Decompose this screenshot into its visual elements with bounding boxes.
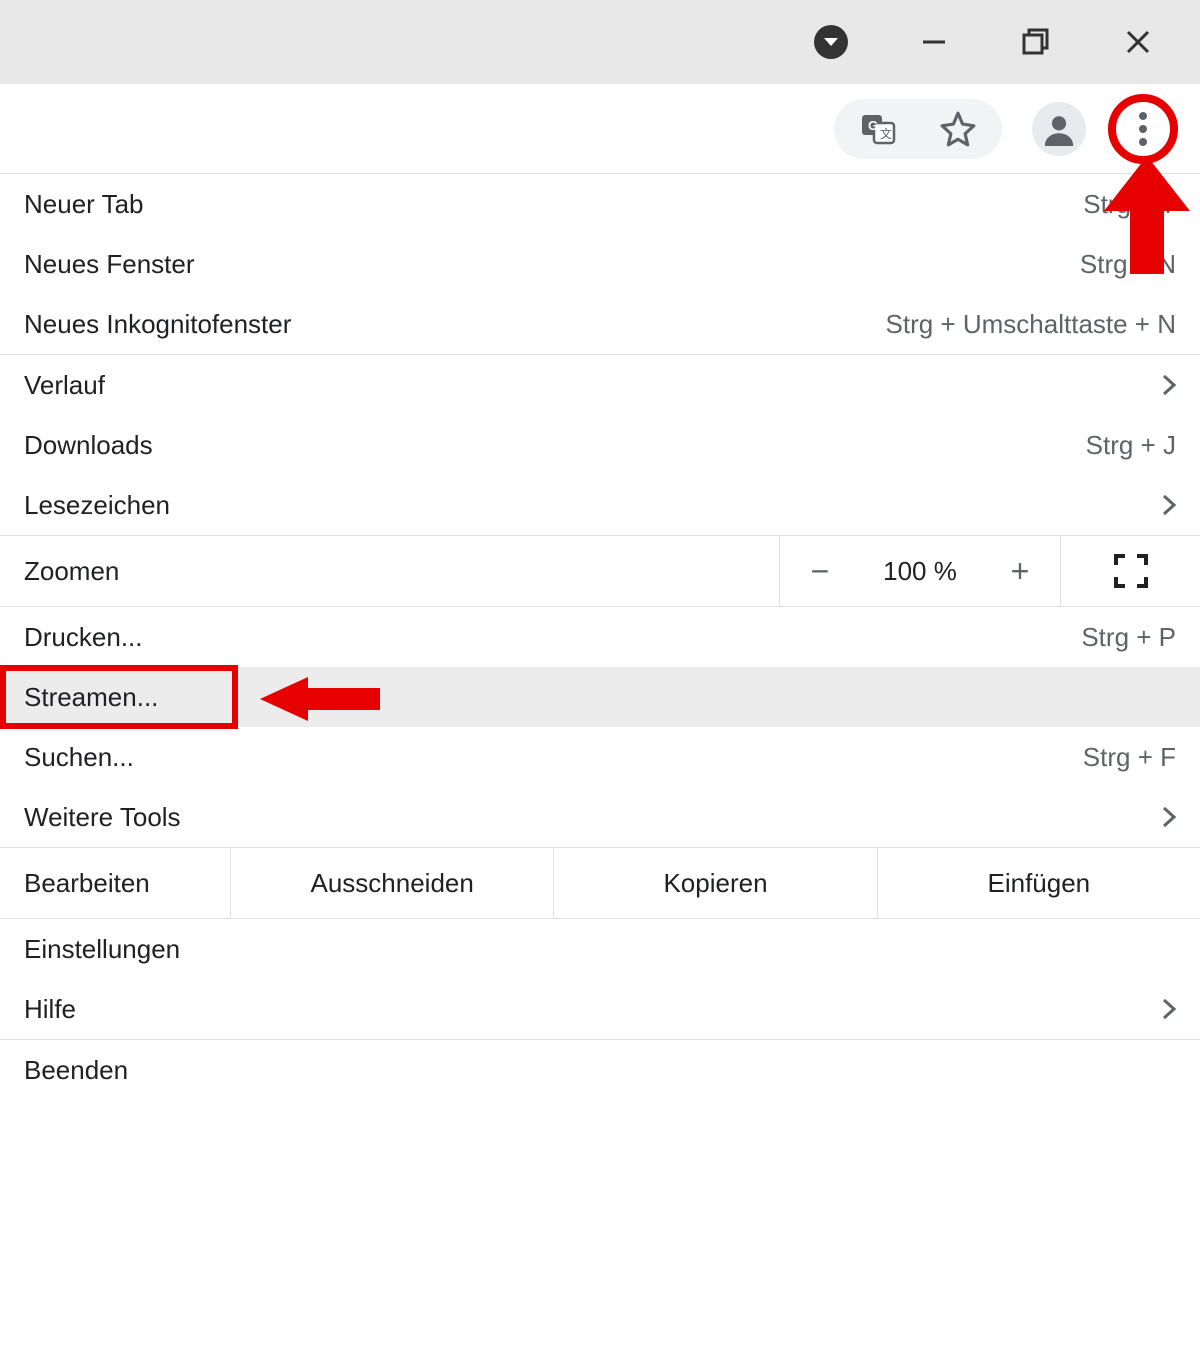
svg-text:文: 文 [880,126,892,141]
fullscreen-button[interactable] [1060,536,1200,606]
menu-history[interactable]: Verlauf [0,355,1200,415]
chevron-right-icon [1162,806,1176,828]
menu-label: Weitere Tools [24,802,181,833]
zoom-value: 100 % [860,556,980,587]
annotation-arrow-left [260,677,380,721]
menu-label: Neuer Tab [24,189,144,220]
address-bar-actions: G 文 [834,99,1002,159]
dropdown-circle-icon[interactable] [814,25,848,59]
chevron-right-icon [1162,374,1176,396]
edit-copy-button[interactable]: Kopieren [553,848,876,918]
menu-new-incognito[interactable]: Neues Inkognitofenster Strg + Umschaltta… [0,294,1200,354]
menu-label: Suchen... [24,742,134,773]
menu-zoom-row: Zoomen − 100 % + [0,535,1200,607]
menu-shortcut: Strg + P [1081,622,1176,653]
menu-label: Neues Fenster [24,249,195,280]
main-menu: Neuer Tab Strg + T Neues Fenster Strg + … [0,174,1200,1100]
menu-label: Streamen... [24,682,158,713]
edit-label: Bearbeiten [0,848,230,918]
menu-label: Verlauf [24,370,105,401]
menu-edit-row: Bearbeiten Ausschneiden Kopieren Einfüge… [0,847,1200,919]
svg-text:G: G [868,118,878,133]
menu-label: Neues Inkognitofenster [24,309,291,340]
menu-shortcut: Strg + N [1080,249,1176,280]
menu-label: Beenden [24,1055,128,1086]
menu-bookmarks[interactable]: Lesezeichen [0,475,1200,535]
star-icon[interactable] [938,109,978,149]
menu-find[interactable]: Suchen... Strg + F [0,727,1200,787]
menu-help[interactable]: Hilfe [0,979,1200,1039]
vertical-dots-icon [1138,111,1148,147]
edit-cut-button[interactable]: Ausschneiden [230,848,553,918]
menu-exit[interactable]: Beenden [0,1040,1200,1100]
chevron-right-icon [1162,998,1176,1020]
menu-label: Hilfe [24,994,76,1025]
browser-toolbar: G 文 [0,84,1200,174]
menu-settings[interactable]: Einstellungen [0,919,1200,979]
profile-avatar[interactable] [1032,102,1086,156]
menu-downloads[interactable]: Downloads Strg + J [0,415,1200,475]
menu-label: Einstellungen [24,934,180,965]
menu-label: Lesezeichen [24,490,170,521]
more-menu-button[interactable] [1108,94,1178,164]
edit-paste-button[interactable]: Einfügen [877,848,1200,918]
menu-print[interactable]: Drucken... Strg + P [0,607,1200,667]
chevron-right-icon [1162,494,1176,516]
maximize-button[interactable] [1020,26,1052,58]
window-titlebar [0,0,1200,84]
menu-label: Drucken... [24,622,143,653]
fullscreen-icon [1114,554,1148,588]
minimize-button[interactable] [918,26,950,58]
close-button[interactable] [1122,26,1154,58]
menu-new-tab[interactable]: Neuer Tab Strg + T [0,174,1200,234]
menu-new-window[interactable]: Neues Fenster Strg + N [0,234,1200,294]
menu-shortcut: Strg + T [1083,189,1176,220]
zoom-controls: − 100 % + [779,536,1060,606]
menu-label: Downloads [24,430,153,461]
menu-more-tools[interactable]: Weitere Tools [0,787,1200,847]
menu-shortcut: Strg + F [1083,742,1176,773]
zoom-out-button[interactable]: − [780,536,860,606]
zoom-in-button[interactable]: + [980,536,1060,606]
menu-shortcut: Strg + J [1086,430,1176,461]
menu-cast[interactable]: Streamen... [0,667,1200,727]
menu-shortcut: Strg + Umschalttaste + N [886,309,1176,340]
translate-icon[interactable]: G 文 [858,109,898,149]
zoom-label: Zoomen [0,556,779,587]
